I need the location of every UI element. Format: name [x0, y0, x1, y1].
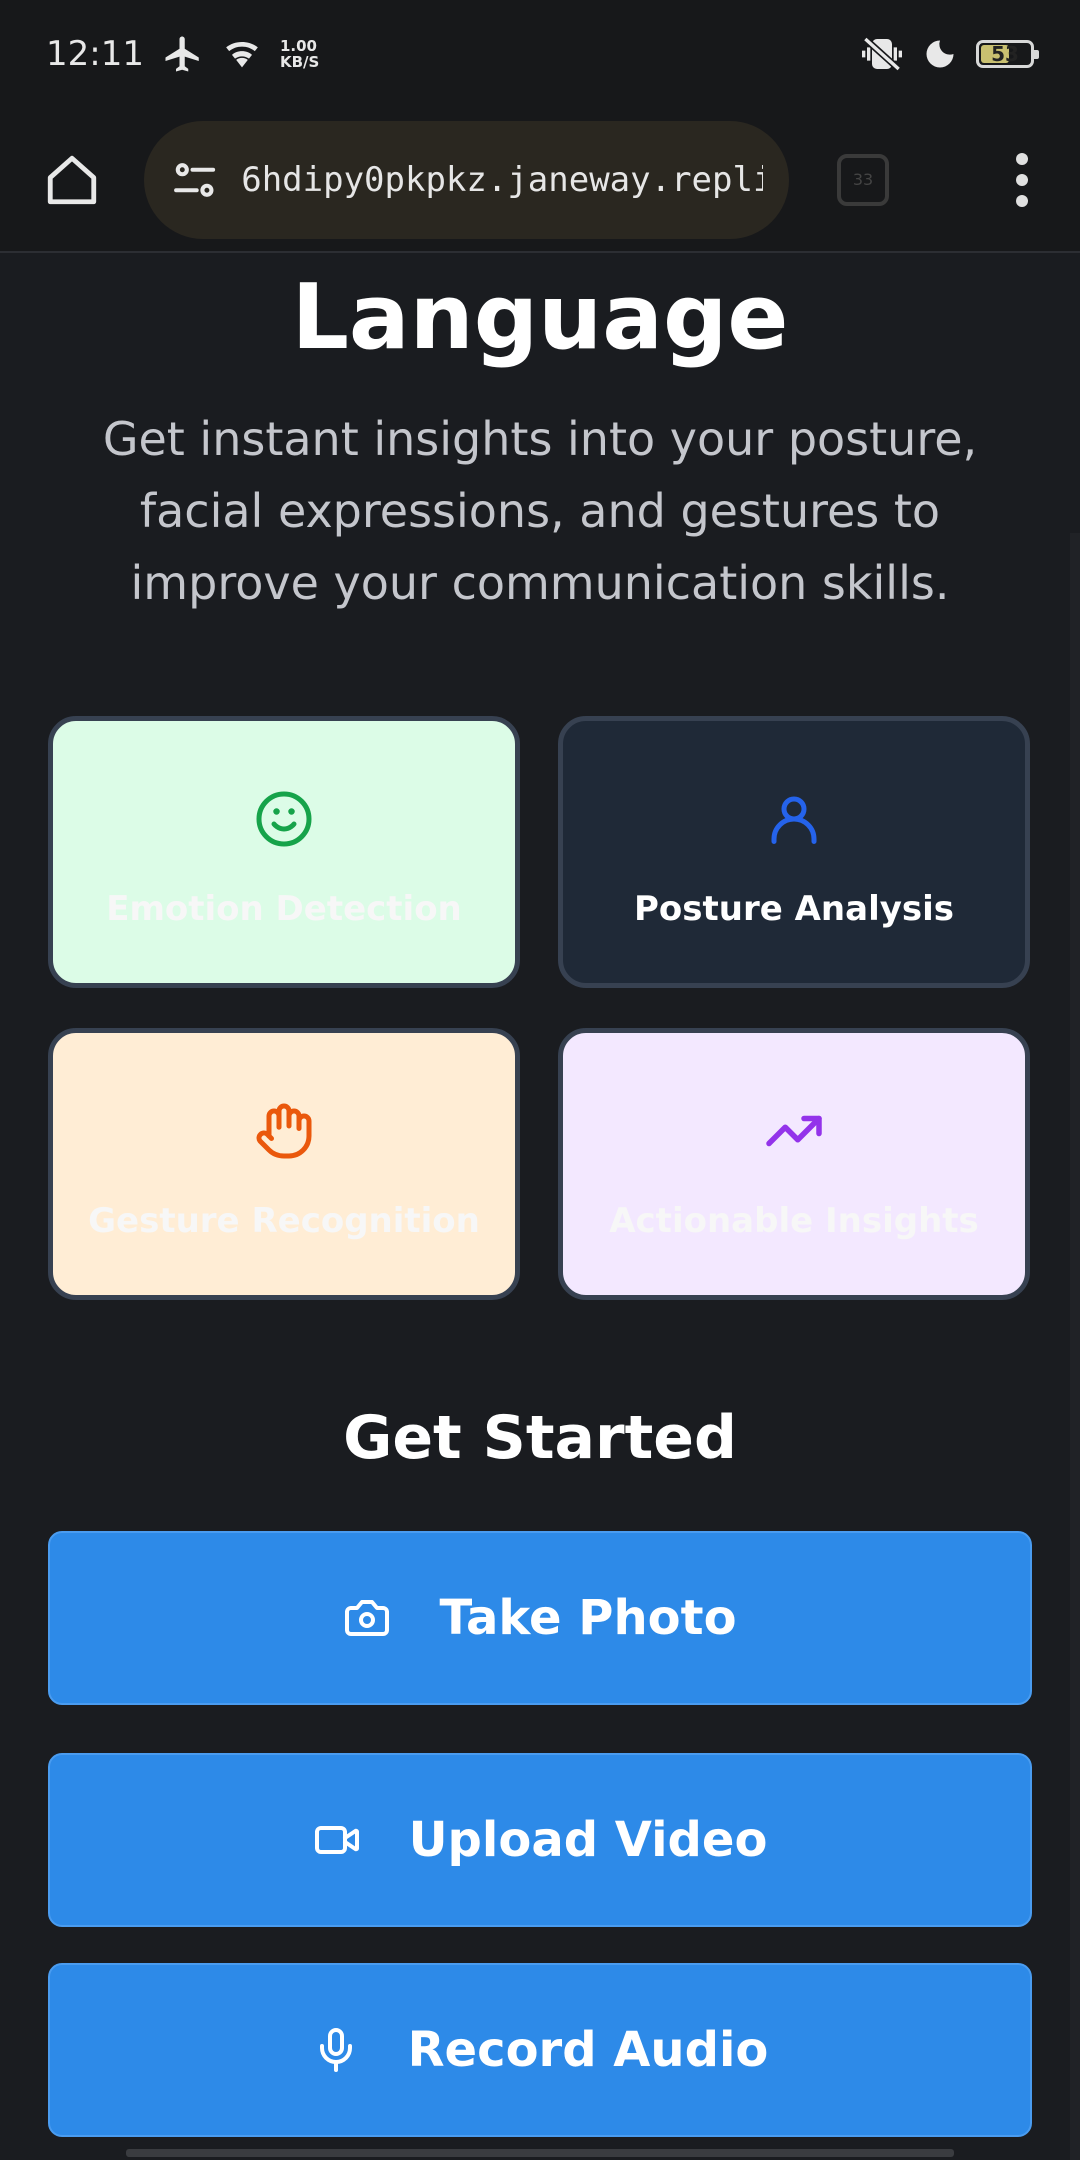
menu-dot: [1016, 173, 1028, 186]
feature-label: Emotion Detection: [106, 889, 462, 929]
trending-up-icon: [766, 1115, 822, 1147]
network-speed: 1.00 KB/S: [280, 38, 319, 70]
net-speed-value: 1.00: [279, 37, 317, 55]
battery-level: 53: [991, 42, 1019, 66]
feature-label: Actionable Insights: [609, 1201, 979, 1241]
menu-dot: [1016, 194, 1028, 207]
status-time: 12:11: [46, 34, 144, 74]
user-icon: [771, 796, 817, 844]
get-started-title: Get Started: [343, 1403, 737, 1473]
tab-switcher-button[interactable]: 33: [837, 153, 889, 206]
record-audio-button[interactable]: Record Audio: [48, 1963, 1032, 2137]
page-content: Language Get instant insights into your …: [0, 253, 1080, 2160]
home-button[interactable]: [40, 148, 104, 212]
button-label: Take Photo: [439, 1590, 737, 1646]
vibrate-icon: [862, 36, 902, 72]
url-text[interactable]: 6hdipy0pkpkz.janeway.replit.dev: [241, 160, 763, 200]
browser-toolbar: 6hdipy0pkpkz.janeway.replit.dev 33: [0, 108, 1080, 253]
smile-icon: [256, 791, 312, 847]
hero-title: Language: [291, 265, 789, 370]
address-bar[interactable]: 6hdipy0pkpkz.janeway.replit.dev: [144, 120, 789, 239]
mic-icon: [319, 2028, 352, 2072]
menu-dot: [1016, 152, 1028, 165]
status-bar: 12:11 1.00 KB/S 53: [0, 0, 1080, 108]
site-settings-icon[interactable]: [170, 155, 219, 205]
wifi-icon: [226, 42, 258, 68]
net-speed-unit: KB/S: [279, 53, 320, 71]
feature-label: Posture Analysis: [633, 889, 955, 929]
airplane-icon: [165, 36, 199, 72]
battery-icon: 53: [976, 40, 1039, 68]
button-label: Upload Video: [408, 1812, 768, 1868]
moon-icon: [926, 40, 954, 68]
feature-card-gesture-recognition[interactable]: Gesture Recognition: [48, 1028, 520, 1300]
video-icon: [314, 1826, 359, 1854]
status-left: 12:11 1.00 KB/S: [46, 33, 319, 75]
overflow-menu-button[interactable]: [1016, 152, 1028, 207]
hero-subtitle: Get instant insights into your posture, …: [102, 412, 978, 610]
scrollbar[interactable]: [1070, 533, 1080, 2160]
feature-card-emotion-detection[interactable]: Emotion Detection: [48, 716, 520, 988]
tab-count: 33: [852, 170, 874, 189]
take-photo-button[interactable]: Take Photo: [48, 1531, 1032, 1705]
home-icon: [47, 155, 97, 204]
feature-card-posture-analysis[interactable]: Posture Analysis: [558, 716, 1030, 988]
hand-icon: [256, 1103, 312, 1159]
feature-card-actionable-insights[interactable]: Actionable Insights: [558, 1028, 1030, 1300]
status-right: 53: [860, 34, 1039, 74]
upload-video-button[interactable]: Upload Video: [48, 1753, 1032, 1927]
button-label: Record Audio: [407, 2022, 769, 2078]
camera-icon: [345, 1600, 390, 1636]
bottom-divider: [126, 2149, 954, 2157]
feature-label: Gesture Recognition: [88, 1201, 480, 1241]
